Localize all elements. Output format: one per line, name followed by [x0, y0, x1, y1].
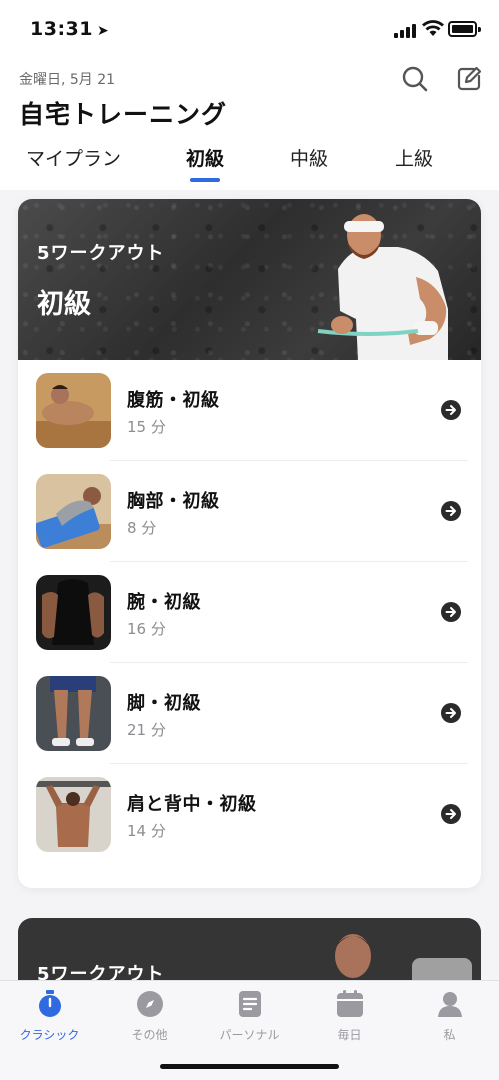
workout-item-arms[interactable]: 腕・初級 16 分: [18, 562, 481, 663]
workout-name: 腕・初級: [127, 592, 201, 613]
level-banner[interactable]: 5ワークアウト 初級: [18, 199, 481, 360]
workout-duration: 15 分: [127, 418, 166, 436]
workout-count-label: 5ワークアウト: [37, 243, 165, 264]
tab-label: クラシック: [19, 1028, 80, 1042]
legs-workout-thumbnail: [36, 676, 111, 751]
workout-name: 胸部・初級: [127, 491, 220, 512]
workout-duration: 21 分: [127, 721, 166, 739]
arrow-right-icon[interactable]: [441, 804, 461, 824]
workout-duration: 16 分: [127, 620, 166, 638]
arms-workout-thumbnail: [36, 575, 111, 650]
workout-name: 脚・初級: [127, 693, 201, 714]
chest-workout-thumbnail: [36, 474, 111, 549]
level-title: 初級: [37, 289, 91, 320]
cellular-signal-icon: [394, 22, 418, 38]
workout-item-legs[interactable]: 脚・初級 21 分: [18, 663, 481, 764]
tab-indicator: [190, 178, 220, 182]
workout-duration: 8 分: [127, 519, 157, 537]
arrow-right-icon[interactable]: [441, 501, 461, 521]
status-time: 13:31 ➤: [30, 18, 109, 40]
abs-workout-thumbnail: [36, 373, 111, 448]
workout-item-chest[interactable]: 胸部・初級 8 分: [18, 461, 481, 562]
tab-other[interactable]: その他: [100, 989, 199, 1049]
battery-icon: [448, 21, 481, 37]
athlete-image: [317, 214, 448, 360]
workout-item-abs[interactable]: 腹筋・初級 15 分: [18, 360, 481, 461]
tab-personal[interactable]: パーソナル: [200, 989, 299, 1049]
workout-name: 肩と背中・初級: [127, 794, 257, 815]
tab-classic[interactable]: クラシック: [0, 989, 99, 1049]
tab-me[interactable]: 私: [400, 989, 499, 1049]
search-icon[interactable]: [400, 64, 430, 94]
workout-item-shoulders-back[interactable]: 肩と背中・初級 14 分: [18, 764, 481, 865]
arrow-right-icon[interactable]: [441, 703, 461, 723]
edit-icon[interactable]: [454, 64, 484, 94]
status-time-text: 13:31: [30, 18, 93, 40]
date-label: 金曜日, 5月 21: [19, 72, 116, 88]
tab-label: その他: [131, 1028, 168, 1042]
tab-my-plan[interactable]: マイプラン: [26, 144, 121, 171]
tab-label: パーソナル: [219, 1028, 280, 1042]
level-tabs: マイプラン 初級 中級 上級: [0, 140, 499, 184]
tab-label: 毎日: [337, 1028, 362, 1042]
arrow-right-icon[interactable]: [441, 400, 461, 420]
home-indicator: [160, 1064, 339, 1069]
tab-label: 私: [443, 1028, 456, 1042]
profile-icon: [438, 992, 462, 1017]
tab-intermediate[interactable]: 中級: [290, 144, 328, 171]
compass-icon: [137, 991, 163, 1017]
shoulders-back-workout-thumbnail: [36, 777, 111, 852]
stopwatch-icon: [39, 990, 61, 1017]
calendar-icon: [337, 990, 363, 1017]
workout-name: 腹筋・初級: [127, 390, 220, 411]
location-arrow-icon: ➤: [96, 23, 110, 39]
status-bar: 13:31 ➤: [0, 0, 499, 60]
workout-duration: 14 分: [127, 822, 166, 840]
document-icon: [239, 991, 261, 1017]
page-title: 自宅トレーニング: [19, 100, 228, 129]
tab-beginner[interactable]: 初級: [186, 144, 224, 171]
tab-advanced[interactable]: 上級: [395, 144, 433, 171]
level-card: 5ワークアウト 初級 腹筋・初級 15 分 胸部・初級 8 分 腕・初級 16 …: [18, 199, 481, 888]
tab-daily[interactable]: 毎日: [300, 989, 399, 1049]
wifi-icon: [422, 20, 444, 36]
arrow-right-icon[interactable]: [441, 602, 461, 622]
